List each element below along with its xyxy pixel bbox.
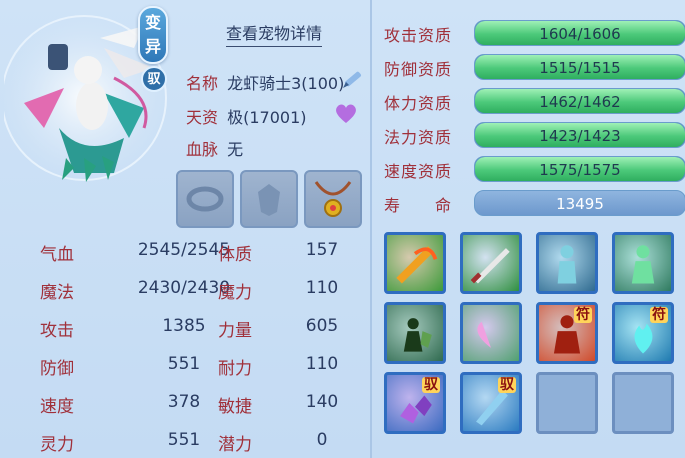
aptitude-skill-panel: 攻击资质 1604/1606 防御资质 1515/1515 体力资质 1462/1462 法… [370, 0, 685, 458]
name-label: 名称 [186, 74, 219, 93]
stamina-aptitude-bar: 1462/1462 [474, 88, 685, 114]
lifespan-label: 寿 命 [384, 196, 453, 215]
skill-tag-badge: 驭 [498, 377, 516, 393]
flame-sword-skill-icon [396, 246, 438, 284]
mutation-badge: 变 异 [138, 6, 168, 64]
skill-tag-badge: 符 [650, 307, 668, 323]
empty-skill-slot[interactable] [612, 372, 674, 434]
defense-warrior-skill[interactable] [384, 302, 446, 364]
defense-aptitude-row: 防御资质 1515/1515 [384, 54, 685, 80]
bloodline-row: 血脉 无 [186, 136, 243, 160]
view-pet-details-link[interactable]: 查看宠物详情 [226, 20, 323, 47]
attack-aptitude-bar: 1604/1606 [474, 20, 685, 46]
talent-row: 天资 极(17001) [186, 104, 307, 128]
equip-slot-armor[interactable] [240, 170, 298, 228]
skill-tag-badge: 符 [574, 307, 592, 323]
defense-aptitude-value: 1515/1515 [539, 59, 621, 77]
speed-aptitude-label: 速度资质 [384, 162, 453, 181]
speed-aptitude-row: 速度资质 1575/1575 [384, 156, 685, 182]
flame-sword-skill[interactable] [384, 232, 446, 294]
green-figure-skill[interactable] [612, 232, 674, 294]
bloodline-label: 血脉 [186, 140, 219, 159]
ride-badge: 驭 [141, 66, 167, 92]
shadow-figure-skill-icon [557, 245, 577, 284]
heart-skill[interactable] [460, 302, 522, 364]
lifespan-row: 寿 命 13495 [384, 190, 685, 216]
talent-value: 极(17001) [227, 108, 307, 127]
bloodline-value: 无 [227, 140, 244, 159]
empty-skill-slot[interactable] [536, 372, 598, 434]
attack-aptitude-label: 攻击资质 [384, 26, 453, 45]
sword-slash-skill-icon [470, 248, 510, 284]
speed-aptitude-value: 1575/1575 [539, 161, 621, 179]
shadow-figure-skill[interactable] [536, 232, 598, 294]
ice-sword-skill[interactable]: 驭 [460, 372, 522, 434]
mana-aptitude-bar: 1423/1423 [474, 122, 685, 148]
collar-icon [186, 186, 224, 212]
stamina-aptitude-label: 体力资质 [384, 94, 453, 113]
equip-slot-collar[interactable] [176, 170, 234, 228]
speed-aptitude-bar: 1575/1575 [474, 156, 685, 182]
equip-slot-necklace[interactable] [304, 170, 362, 228]
blue-flame-skill[interactable]: 符 [612, 302, 674, 364]
mana-aptitude-value: 1423/1423 [539, 127, 621, 145]
green-figure-skill-icon [631, 245, 655, 284]
sword-slash-skill[interactable] [460, 232, 522, 294]
lifespan-value: 13495 [556, 195, 604, 213]
armor-icon [258, 184, 280, 216]
red-warrior-skill[interactable]: 符 [536, 302, 598, 364]
mana-aptitude-row: 法力资质 1423/1423 [384, 122, 685, 148]
stamina-aptitude-value: 1462/1462 [539, 93, 621, 111]
defense-warrior-skill-icon [403, 318, 432, 352]
attack-aptitude-row: 攻击资质 1604/1606 [384, 20, 685, 46]
lifespan-bar: 13495 [474, 190, 685, 216]
heart-skill-icon [477, 321, 491, 348]
heart-icon[interactable] [334, 102, 358, 124]
edit-name-icon[interactable] [340, 66, 366, 92]
attack-aptitude-value: 1604/1606 [539, 25, 621, 43]
pet-name-row: 名称 龙虾骑士3(100) [186, 70, 344, 94]
purple-crystal-skill[interactable]: 驭 [384, 372, 446, 434]
skill-tag-badge: 驭 [422, 377, 440, 393]
pet-info-panel: 变 异 驭 查看宠物详情 名称 龙虾骑士3(100) 天资 极(17001) 血… [0, 0, 370, 458]
necklace-icon [314, 181, 352, 217]
pet-name-value: 龙虾骑士3(100) [227, 74, 345, 93]
defense-aptitude-bar: 1515/1515 [474, 54, 685, 80]
mana-aptitude-label: 法力资质 [384, 128, 453, 147]
talent-label: 天资 [186, 108, 219, 127]
stamina-aptitude-row: 体力资质 1462/1462 [384, 88, 685, 114]
defense-aptitude-label: 防御资质 [384, 60, 453, 79]
